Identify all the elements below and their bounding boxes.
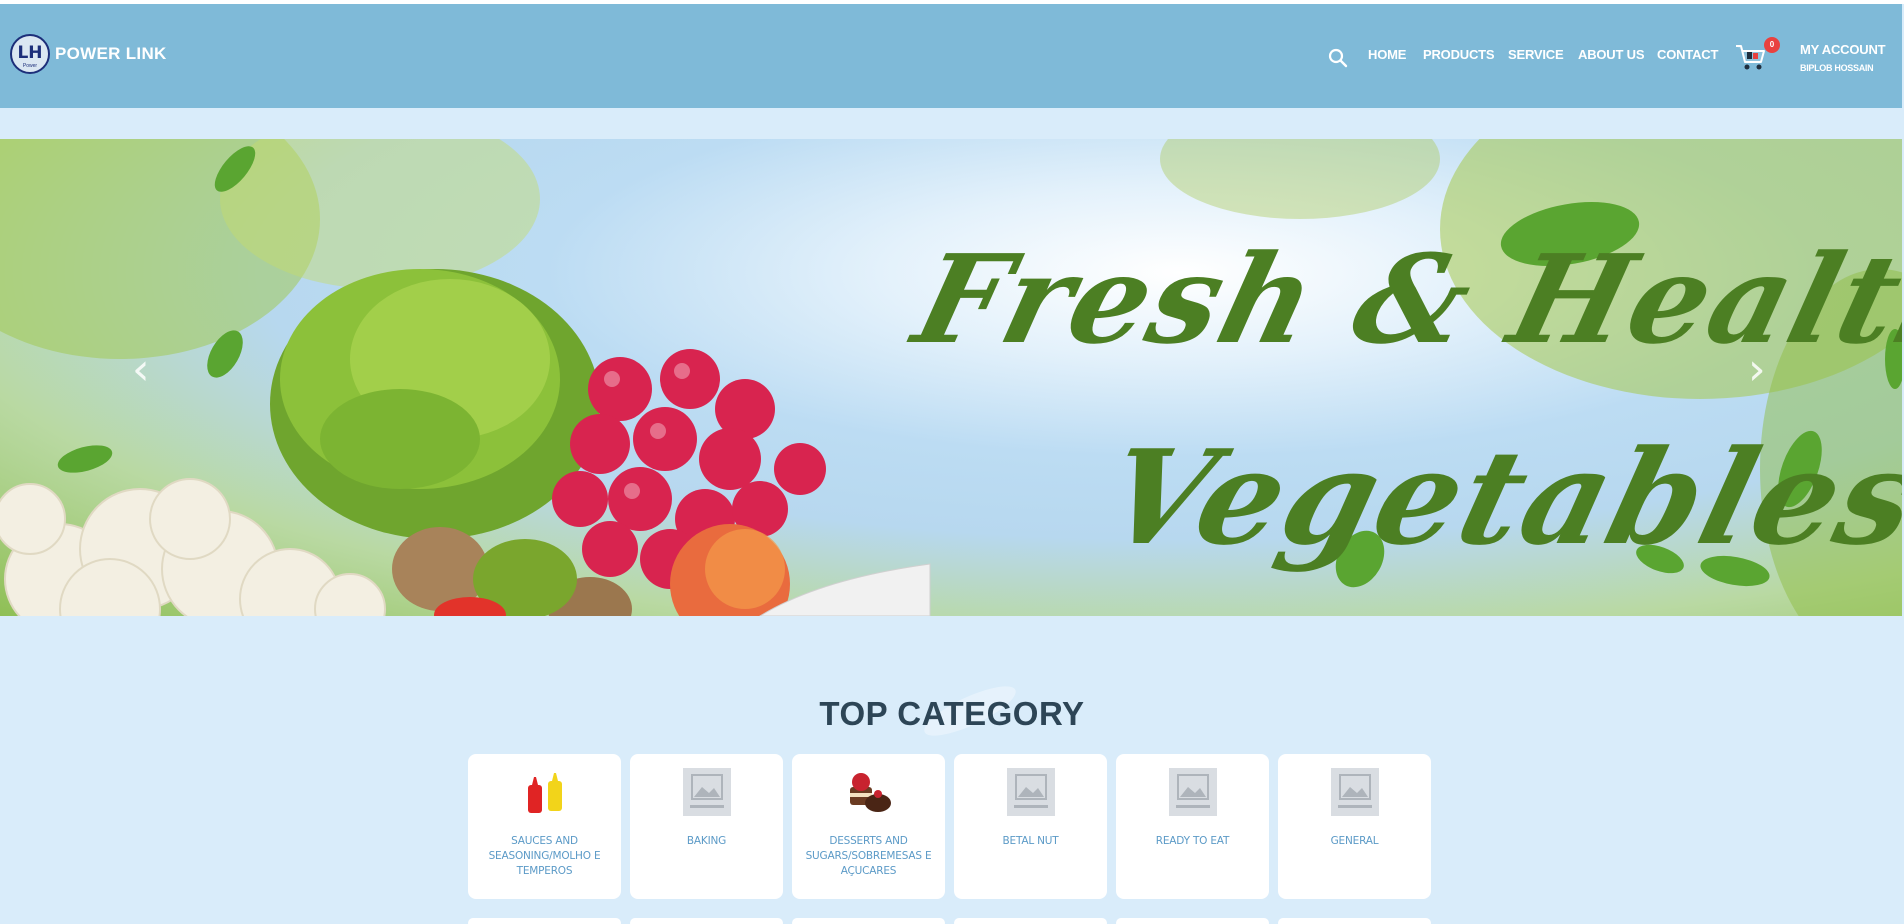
no-image-icon xyxy=(1006,768,1055,816)
nav-home[interactable]: HOME xyxy=(1368,47,1406,62)
logo-mark-subtext: Power xyxy=(22,63,38,69)
category-list-second-row xyxy=(468,918,1431,924)
logo-mark-text: LH xyxy=(17,43,43,63)
category-list: SAUCES AND SEASONING/MOLHO E TEMPEROS BA… xyxy=(468,754,1431,899)
site-header: LH Power POWER LINK HOME PRODUCTS SERVIC… xyxy=(0,4,1902,108)
category-card-partial[interactable] xyxy=(630,918,783,924)
category-card[interactable]: READY TO EAT xyxy=(1116,754,1269,899)
category-label: BAKING xyxy=(686,835,727,847)
no-image-icon xyxy=(1168,768,1217,816)
search-icon[interactable] xyxy=(1328,48,1348,68)
category-label: READY TO EAT xyxy=(1155,835,1230,847)
cake-icon xyxy=(849,773,891,812)
cart-count-badge: 0 xyxy=(1764,37,1780,53)
account-label: MY ACCOUNT xyxy=(1800,42,1886,57)
nav-service[interactable]: SERVICE xyxy=(1508,47,1564,62)
category-label: SAUCES AND SEASONING/MOLHO E TEMPEROS xyxy=(488,835,601,877)
category-card[interactable]: BAKING xyxy=(630,754,783,899)
nav-contact[interactable]: CONTACT xyxy=(1657,47,1718,62)
chevron-right-icon[interactable]: › xyxy=(1748,344,1766,395)
nav-about-us[interactable]: ABOUT US xyxy=(1578,47,1644,62)
header-spacer xyxy=(0,108,1902,139)
category-label: GENERAL xyxy=(1330,835,1379,847)
hero-banner: Fresh & Healthy Vegetables ‹ › xyxy=(0,139,1902,616)
account-menu[interactable]: MY ACCOUNT BIPLOB HOSSAIN xyxy=(1800,42,1886,73)
sauce-bottles-icon xyxy=(527,773,562,813)
brand-name: POWER LINK xyxy=(55,44,167,63)
category-card-partial[interactable] xyxy=(1116,918,1269,924)
logo-mark-icon: LH Power xyxy=(10,34,50,74)
category-label: BETAL NUT xyxy=(1002,835,1059,847)
category-card[interactable]: SAUCES AND SEASONING/MOLHO E TEMPEROS xyxy=(468,754,621,899)
category-card-partial[interactable] xyxy=(468,918,621,924)
chevron-left-icon[interactable]: ‹ xyxy=(132,344,150,395)
brand-logo[interactable]: LH Power POWER LINK xyxy=(10,34,167,74)
account-user: BIPLOB HOSSAIN xyxy=(1800,63,1874,73)
category-label: DESSERTS AND SUGARS/SOBREMESAS E AÇUCARE… xyxy=(805,835,932,877)
hero-headline-line2: Vegetables xyxy=(1090,421,1902,574)
lettuce-image xyxy=(270,269,600,539)
cart-icon[interactable] xyxy=(1734,40,1768,74)
no-image-icon xyxy=(682,768,731,816)
category-card[interactable]: DESSERTS AND SUGARS/SOBREMESAS E AÇUCARE… xyxy=(792,754,945,899)
category-card-partial[interactable] xyxy=(1278,918,1431,924)
no-image-icon xyxy=(1330,768,1379,816)
category-card-partial[interactable] xyxy=(792,918,945,924)
category-card[interactable]: GENERAL xyxy=(1278,754,1431,899)
category-card[interactable]: BETAL NUT xyxy=(954,754,1107,899)
nav-products[interactable]: PRODUCTS xyxy=(1423,47,1495,62)
category-card-partial[interactable] xyxy=(954,918,1107,924)
top-category-title: TOP CATEGORY xyxy=(819,695,1085,732)
